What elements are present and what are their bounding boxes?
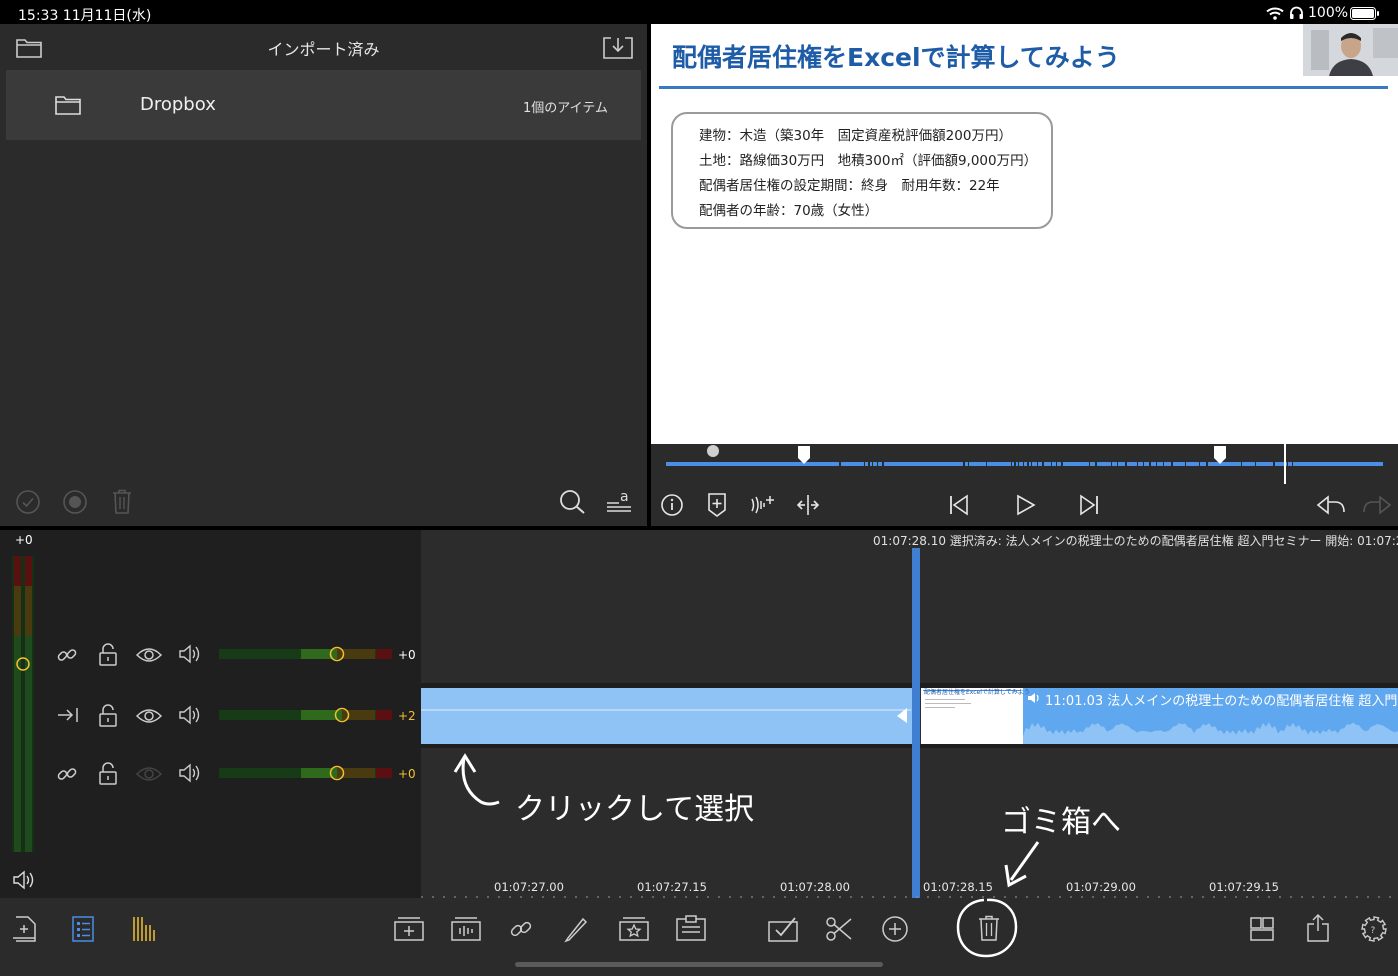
annotation-to-trash: ゴミ箱へ: [1001, 805, 1121, 840]
link-icon[interactable]: [57, 645, 77, 665]
search-icon[interactable]: [559, 490, 587, 514]
speaker-icon[interactable]: [179, 645, 201, 663]
battery-icon: [1350, 7, 1379, 20]
lock-icon[interactable]: [99, 644, 117, 666]
volume-slider[interactable]: [219, 765, 392, 781]
pencil-icon[interactable]: [565, 916, 587, 942]
add-marker-icon[interactable]: [708, 493, 726, 517]
eye-icon[interactable]: [136, 766, 162, 782]
battery-percentage: 100%: [1308, 5, 1349, 21]
share-icon[interactable]: [1307, 914, 1329, 942]
transport-bar: [651, 444, 1398, 526]
ruler-tick: 01:07:28.00: [780, 880, 850, 894]
layout-icon[interactable]: [1250, 917, 1274, 941]
lock-icon[interactable]: [99, 705, 117, 727]
slide-line: 配偶者居住権の設定期間：終身 耐用年数：22年: [699, 178, 1000, 194]
timeline[interactable]: 01:07:28.10 選択済み: 法人メインの税理士のための配偶者居住権 超入…: [421, 530, 1398, 898]
svg-text:?: ?: [1371, 926, 1376, 936]
slide-title: 配偶者居住権をExcelで計算してみよう: [672, 43, 1120, 72]
add-clip-icon[interactable]: [394, 917, 424, 941]
slide-info-box: 建物：木造（築30年 固定資産税評価額200万円） 土地：路線価30万円 地積3…: [671, 112, 1053, 229]
track-level: +2: [398, 709, 416, 723]
add-track-icon[interactable]: [12, 916, 36, 942]
ruler-tick: 01:07:28.15: [923, 880, 993, 894]
redo-icon[interactable]: [1363, 495, 1391, 515]
video-viewer[interactable]: 配偶者居住権をExcelで計算してみよう 建物：木造（築30年 固定資産税評価額…: [651, 24, 1398, 444]
track-list-icon[interactable]: [72, 916, 94, 942]
webcam-overlay: [1303, 24, 1398, 76]
selected-clip[interactable]: [421, 688, 916, 744]
audio-icon: [1028, 693, 1041, 703]
sort-text-icon[interactable]: a: [606, 489, 632, 515]
scrubber-markers: [707, 444, 1293, 484]
home-indicator: [515, 962, 883, 967]
speaker-icon[interactable]: [179, 764, 201, 782]
undo-icon[interactable]: [1317, 495, 1345, 515]
track-rows: +0 +2 +0: [0, 0, 421, 976]
trash-icon[interactable]: [978, 915, 1000, 941]
skip-forward-icon[interactable]: [1079, 495, 1099, 515]
slide-line: 配偶者の年齢：70歳（女性）: [699, 203, 879, 219]
clip-thumbnail: 配偶者居住権をExcelで計算してみよう: [924, 688, 1030, 696]
slide-divider: [659, 86, 1388, 89]
track-level: +0: [398, 648, 416, 662]
scissors-icon[interactable]: [826, 916, 852, 942]
select-checkbox-icon[interactable]: [768, 916, 798, 942]
slide-line: 土地：路線価30万円 地積300㎡（評価額9,000万円）: [699, 153, 1038, 169]
info-icon[interactable]: [661, 494, 683, 516]
ruler-tick: 01:07:29.15: [1209, 880, 1279, 894]
ruler-tick: 01:07:27.15: [637, 880, 707, 894]
slider-clip-zone: [376, 710, 392, 720]
track-level: +0: [398, 767, 416, 781]
eye-icon[interactable]: [136, 647, 162, 663]
slider-clip-zone: [376, 768, 392, 778]
link-icon[interactable]: [510, 917, 532, 941]
item-count: 1個のアイテム: [523, 101, 608, 116]
volume-slider[interactable]: [219, 707, 392, 723]
audio-clip-icon[interactable]: [451, 917, 481, 941]
import-icon[interactable]: [603, 37, 633, 59]
title-star-icon[interactable]: [619, 917, 649, 941]
wifi-icon: [1266, 7, 1284, 20]
svg-text:a: a: [620, 489, 629, 505]
clip-thumbnail-title: 配偶者居住権をExcelで計算してみよう: [924, 688, 1030, 696]
annotation-click-select: クリックして選択: [515, 792, 755, 827]
volume-slider[interactable]: [219, 646, 392, 662]
presenter-thumbnail: [1303, 24, 1398, 76]
clipboard-icon[interactable]: [676, 915, 706, 941]
audio-meter-icon[interactable]: [133, 916, 157, 942]
speaker-icon[interactable]: [179, 706, 201, 724]
settings-gear-icon[interactable]: ?: [1361, 916, 1387, 942]
ruler-tick: 01:07:27.00: [494, 880, 564, 894]
ruler-tick: 01:07:29.00: [1066, 880, 1136, 894]
slide-line: 建物：木造（築30年 固定資産税評価額200万円）: [699, 128, 1012, 144]
voiceover-icon[interactable]: [750, 494, 776, 516]
split-icon[interactable]: [797, 494, 819, 516]
eye-icon[interactable]: [136, 708, 162, 724]
add-circle-icon[interactable]: [882, 916, 908, 942]
slider-clip-zone: [376, 649, 392, 659]
link-arrow-icon[interactable]: [57, 707, 79, 723]
link-icon[interactable]: [57, 764, 77, 784]
skip-back-icon[interactable]: [949, 495, 969, 515]
clip-label: 11:01.03 法人メインの税理士のための配偶者居住権 超入門: [1045, 694, 1398, 709]
lock-icon[interactable]: [99, 763, 117, 785]
headphones-icon: [1290, 6, 1303, 19]
play-icon[interactable]: [1016, 495, 1036, 515]
